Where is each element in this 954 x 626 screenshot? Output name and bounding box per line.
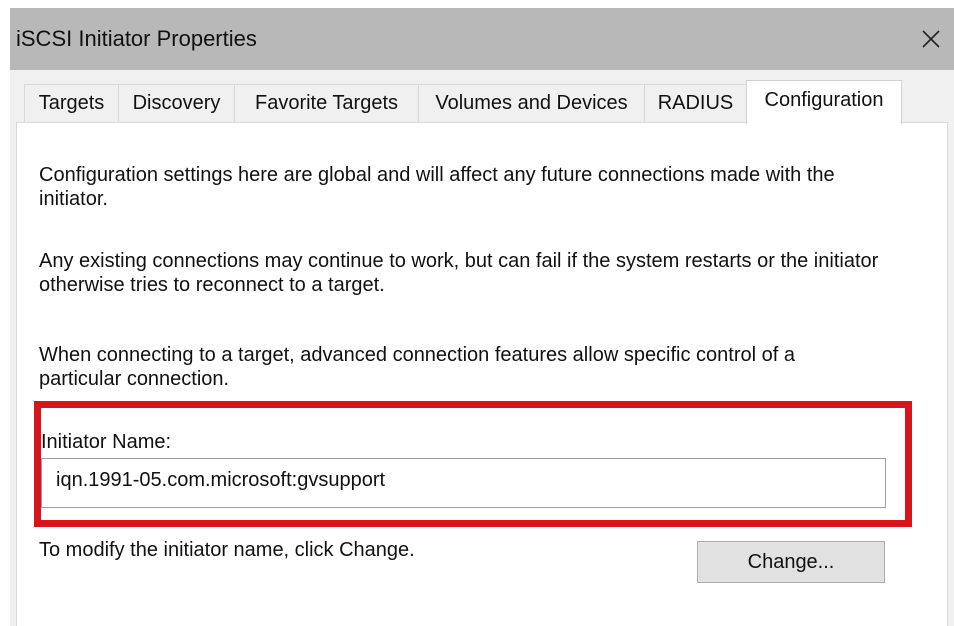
config-paragraph-advanced: When connecting to a target, advanced co… (39, 344, 796, 390)
tab-radius[interactable]: RADIUS (644, 84, 747, 122)
tab-label: Discovery (132, 92, 221, 114)
tab-label: Favorite Targets (254, 92, 399, 114)
window-title: iSCSI Initiator Properties (16, 26, 257, 51)
tab-discovery[interactable]: Discovery (118, 84, 235, 122)
dialog-client-area: Targets Discovery Favorite Targets Volum… (10, 70, 954, 626)
close-icon (922, 30, 940, 48)
highlight-box (34, 401, 912, 527)
tab-label: Volumes and Devices (435, 92, 628, 114)
tab-label: Configuration (764, 89, 884, 111)
change-button[interactable]: Change... (697, 541, 885, 583)
close-button[interactable] (908, 8, 954, 70)
tab-targets[interactable]: Targets (24, 84, 119, 122)
tab-favorite-targets[interactable]: Favorite Targets (234, 84, 419, 122)
modify-instruction-text: To modify the initiator name, click Chan… (39, 539, 415, 561)
configuration-panel: Configuration settings here are global a… (16, 122, 948, 626)
config-paragraph-global: Configuration settings here are global a… (39, 164, 835, 210)
tab-volumes-and-devices[interactable]: Volumes and Devices (418, 84, 645, 122)
tab-label: Targets (38, 92, 105, 114)
title-bar: iSCSI Initiator Properties (10, 8, 954, 70)
iscsi-initiator-properties-window: iSCSI Initiator Properties Targets Disco… (0, 0, 954, 626)
tab-label: RADIUS (657, 92, 734, 114)
tab-configuration[interactable]: Configuration (746, 80, 902, 124)
config-paragraph-existing: Any existing connections may continue to… (39, 250, 879, 296)
